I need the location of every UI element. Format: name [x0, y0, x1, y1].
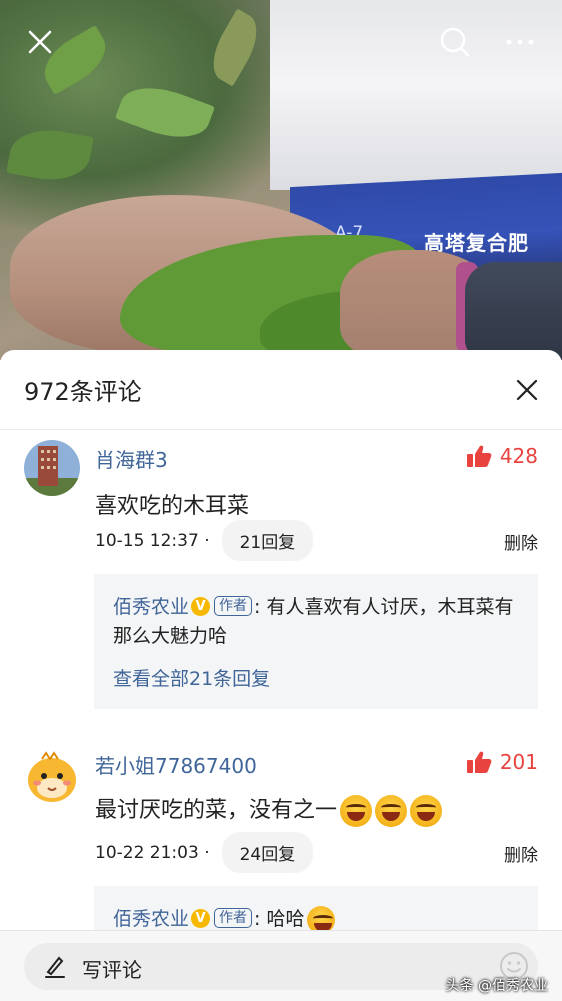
like-count: 428	[499, 444, 538, 468]
search-icon	[440, 27, 470, 57]
author-tag: 作者	[214, 908, 253, 928]
reply-author[interactable]: 佰秀农业	[113, 908, 189, 930]
avatar[interactable]	[24, 440, 80, 496]
comment-username[interactable]: 肖海群3	[95, 444, 168, 473]
avatar[interactable]	[24, 750, 80, 806]
thumbs-up-icon	[466, 445, 492, 467]
comment-username[interactable]: 若小姐77867400	[95, 750, 257, 779]
sleeve	[465, 262, 562, 360]
comment-meta: 10-22 21:03 · 24回复	[95, 832, 314, 873]
verified-badge-icon: V	[191, 908, 211, 928]
like-count: 201	[499, 750, 538, 774]
comment-text: 最讨厌吃的菜，没有之一	[95, 798, 338, 823]
view-all-replies-link[interactable]: 查看全部21条回复	[113, 664, 270, 691]
delete-button[interactable]: 删除	[504, 529, 538, 554]
reply-text: : 哈哈	[254, 908, 305, 930]
more-button[interactable]	[500, 22, 540, 62]
close-icon	[28, 30, 52, 54]
pen-icon	[45, 956, 65, 978]
watermark: 头条 @佰秀农业	[445, 978, 548, 994]
building-avatar-image	[24, 440, 80, 496]
reply-count-button[interactable]: 24回复	[221, 832, 314, 873]
close-button[interactable]	[20, 22, 60, 62]
reply-content: 佰秀农业 V 作者: 有人喜欢有人讨厌，木耳菜有那么大魅力哈	[113, 593, 522, 651]
comment-meta: 10-15 12:37 · 21回复	[95, 520, 314, 561]
laughing-emoji-icon	[340, 795, 373, 827]
verified-badge-icon: V	[191, 596, 211, 616]
thumbs-up-icon	[466, 751, 492, 773]
search-button[interactable]	[435, 22, 475, 62]
comments-count-title: 972条评论	[24, 378, 142, 406]
comment-body: 最讨厌吃的菜，没有之一	[95, 792, 443, 827]
close-icon	[516, 379, 538, 401]
reply-author[interactable]: 佰秀农业	[113, 596, 189, 618]
comment-time: 10-15 12:37 ·	[95, 530, 210, 551]
laughing-emoji-icon	[375, 795, 408, 827]
comment-text: 喜欢吃的木耳菜	[95, 494, 250, 519]
write-comment-label: 写评论	[82, 958, 142, 982]
like-button[interactable]: 201	[466, 750, 538, 774]
comments-header: 972条评论	[0, 350, 562, 430]
comments-panel: 972条评论 肖海群3 428 喜欢吃的木耳菜 10-15 12:37 · 21…	[0, 350, 562, 1000]
comment-time: 10-22 21:03 ·	[95, 842, 210, 863]
delete-button[interactable]: 删除	[504, 841, 538, 866]
comment-input-bar: 写评论 头条 @佰秀农业	[0, 930, 562, 1001]
more-icon	[506, 39, 534, 45]
video-player[interactable]: A-7 高塔复合肥	[0, 0, 562, 360]
comments-close-button[interactable]	[507, 370, 547, 410]
reply-preview[interactable]: 佰秀农业 V 作者: 有人喜欢有人讨厌，木耳菜有那么大魅力哈 查看全部21条回复	[94, 574, 538, 709]
laughing-emoji-icon	[410, 795, 443, 827]
author-tag: 作者	[214, 596, 253, 616]
cartoon-avatar-image	[24, 750, 80, 806]
like-button[interactable]: 428	[466, 444, 538, 468]
reply-count-button[interactable]: 21回复	[221, 520, 314, 561]
